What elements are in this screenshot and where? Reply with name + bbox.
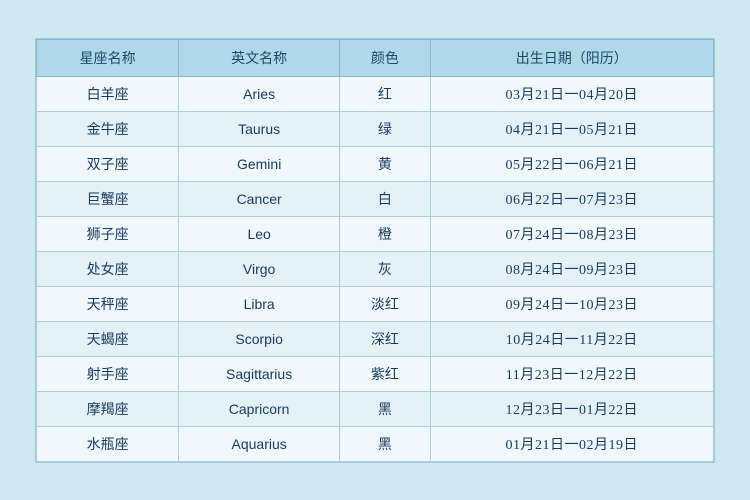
table-row: 射手座Sagittarius紫红11月23日一12月22日 xyxy=(37,356,714,391)
cell-birthdate-1: 04月21日一05月21日 xyxy=(430,111,713,146)
cell-color-3: 白 xyxy=(340,181,430,216)
header-chinese-name: 星座名称 xyxy=(37,39,179,76)
cell-english_name-1: Taurus xyxy=(179,111,340,146)
table-row: 摩羯座Capricorn黑12月23日一01月22日 xyxy=(37,391,714,426)
cell-chinese_name-7: 天蝎座 xyxy=(37,321,179,356)
header-color: 颜色 xyxy=(340,39,430,76)
table-row: 天蝎座Scorpio深红10月24日一11月22日 xyxy=(37,321,714,356)
cell-color-4: 橙 xyxy=(340,216,430,251)
table-row: 狮子座Leo橙07月24日一08月23日 xyxy=(37,216,714,251)
cell-chinese_name-0: 白羊座 xyxy=(37,76,179,111)
cell-birthdate-7: 10月24日一11月22日 xyxy=(430,321,713,356)
table-row: 天秤座Libra淡红09月24日一10月23日 xyxy=(37,286,714,321)
cell-english_name-5: Virgo xyxy=(179,251,340,286)
cell-birthdate-3: 06月22日一07月23日 xyxy=(430,181,713,216)
cell-chinese_name-5: 处女座 xyxy=(37,251,179,286)
cell-birthdate-0: 03月21日一04月20日 xyxy=(430,76,713,111)
table-header-row: 星座名称 英文名称 颜色 出生日期（阳历） xyxy=(37,39,714,76)
cell-color-5: 灰 xyxy=(340,251,430,286)
zodiac-table: 星座名称 英文名称 颜色 出生日期（阳历） 白羊座Aries红03月21日一04… xyxy=(36,39,714,462)
table-row: 处女座Virgo灰08月24日一09月23日 xyxy=(37,251,714,286)
cell-english_name-2: Gemini xyxy=(179,146,340,181)
cell-english_name-0: Aries xyxy=(179,76,340,111)
cell-color-8: 紫红 xyxy=(340,356,430,391)
cell-chinese_name-2: 双子座 xyxy=(37,146,179,181)
cell-chinese_name-10: 水瓶座 xyxy=(37,426,179,461)
cell-english_name-4: Leo xyxy=(179,216,340,251)
table-row: 水瓶座Aquarius黑01月21日一02月19日 xyxy=(37,426,714,461)
cell-chinese_name-9: 摩羯座 xyxy=(37,391,179,426)
cell-birthdate-8: 11月23日一12月22日 xyxy=(430,356,713,391)
cell-birthdate-10: 01月21日一02月19日 xyxy=(430,426,713,461)
cell-color-1: 绿 xyxy=(340,111,430,146)
cell-color-9: 黑 xyxy=(340,391,430,426)
cell-chinese_name-6: 天秤座 xyxy=(37,286,179,321)
table-row: 白羊座Aries红03月21日一04月20日 xyxy=(37,76,714,111)
cell-birthdate-6: 09月24日一10月23日 xyxy=(430,286,713,321)
table-body: 白羊座Aries红03月21日一04月20日金牛座Taurus绿04月21日一0… xyxy=(37,76,714,461)
cell-chinese_name-3: 巨蟹座 xyxy=(37,181,179,216)
cell-color-7: 深红 xyxy=(340,321,430,356)
header-birthdate: 出生日期（阳历） xyxy=(430,39,713,76)
header-english-name: 英文名称 xyxy=(179,39,340,76)
cell-english_name-8: Sagittarius xyxy=(179,356,340,391)
cell-english_name-7: Scorpio xyxy=(179,321,340,356)
cell-chinese_name-1: 金牛座 xyxy=(37,111,179,146)
table-row: 双子座Gemini黄05月22日一06月21日 xyxy=(37,146,714,181)
cell-birthdate-2: 05月22日一06月21日 xyxy=(430,146,713,181)
table-row: 金牛座Taurus绿04月21日一05月21日 xyxy=(37,111,714,146)
cell-english_name-10: Aquarius xyxy=(179,426,340,461)
cell-birthdate-5: 08月24日一09月23日 xyxy=(430,251,713,286)
cell-color-0: 红 xyxy=(340,76,430,111)
cell-color-2: 黄 xyxy=(340,146,430,181)
cell-birthdate-4: 07月24日一08月23日 xyxy=(430,216,713,251)
cell-color-6: 淡红 xyxy=(340,286,430,321)
cell-chinese_name-4: 狮子座 xyxy=(37,216,179,251)
cell-english_name-9: Capricorn xyxy=(179,391,340,426)
cell-english_name-3: Cancer xyxy=(179,181,340,216)
cell-chinese_name-8: 射手座 xyxy=(37,356,179,391)
cell-birthdate-9: 12月23日一01月22日 xyxy=(430,391,713,426)
zodiac-table-container: 星座名称 英文名称 颜色 出生日期（阳历） 白羊座Aries红03月21日一04… xyxy=(35,38,715,463)
table-row: 巨蟹座Cancer白06月22日一07月23日 xyxy=(37,181,714,216)
cell-english_name-6: Libra xyxy=(179,286,340,321)
cell-color-10: 黑 xyxy=(340,426,430,461)
